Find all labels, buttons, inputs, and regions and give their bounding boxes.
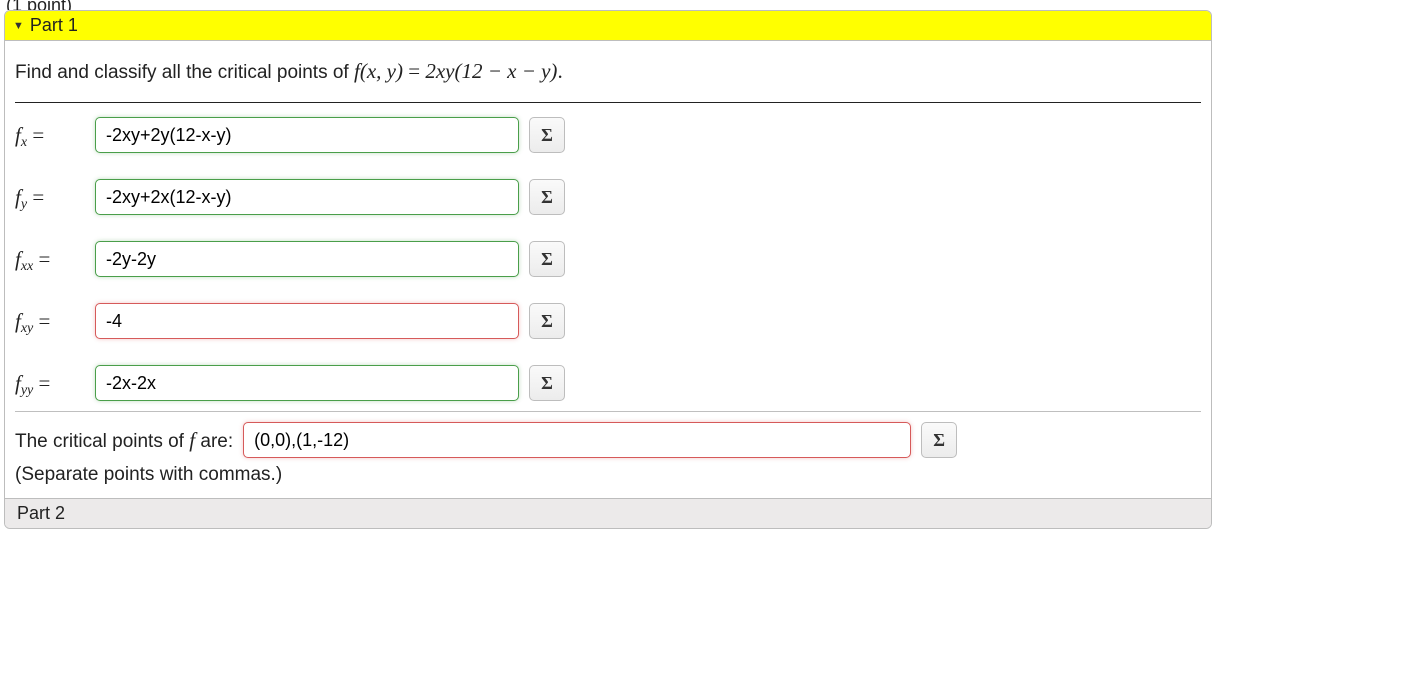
row-fx: fx = Σ bbox=[15, 117, 1201, 153]
label-fx-sub: x bbox=[21, 135, 27, 150]
label-fyy-eq: = bbox=[33, 371, 50, 395]
crit-label-pre: The critical points of bbox=[15, 431, 189, 452]
label-fxy-f: f bbox=[15, 309, 21, 333]
label-fyy: fyy = bbox=[15, 371, 85, 396]
label-fxy-sub: xy bbox=[21, 321, 33, 336]
part1-header[interactable]: ▼ Part 1 bbox=[5, 11, 1211, 41]
label-fxx-eq: = bbox=[33, 247, 50, 271]
equation-editor-button[interactable]: Σ bbox=[921, 422, 957, 458]
row-fxx: fxx = Σ bbox=[15, 241, 1201, 277]
label-fxy: fxy = bbox=[15, 309, 85, 334]
prompt-period: . bbox=[557, 59, 562, 83]
points-fragment: (1 point) bbox=[4, 0, 1412, 10]
input-fxy[interactable] bbox=[95, 303, 519, 339]
input-fyy[interactable] bbox=[95, 365, 519, 401]
problem-container: ▼ Part 1 Find and classify all the criti… bbox=[4, 10, 1212, 529]
label-critical-points: The critical points of f are: bbox=[15, 428, 233, 453]
label-fx-f: f bbox=[15, 123, 21, 147]
part1-body: Find and classify all the critical point… bbox=[5, 41, 1211, 498]
label-fx-eq: = bbox=[27, 123, 44, 147]
row-critical-points: The critical points of f are: Σ bbox=[15, 422, 1201, 458]
input-critical-points[interactable] bbox=[243, 422, 911, 458]
input-fy[interactable] bbox=[95, 179, 519, 215]
crit-label-post: are: bbox=[195, 431, 233, 452]
part2-header[interactable]: Part 2 bbox=[5, 498, 1211, 528]
equation-editor-button[interactable]: Σ bbox=[529, 117, 565, 153]
prompt-lead: Find and classify all the critical point… bbox=[15, 62, 354, 83]
label-fy-eq: = bbox=[27, 185, 44, 209]
part2-title: Part 2 bbox=[17, 503, 65, 524]
label-fyy-f: f bbox=[15, 371, 21, 395]
input-fxx[interactable] bbox=[95, 241, 519, 277]
prompt-func-rhs: 2xy(12 − x − y) bbox=[425, 59, 557, 83]
prompt-func-lhs: f(x, y) bbox=[354, 59, 403, 83]
label-fyy-sub: yy bbox=[21, 383, 33, 398]
equation-editor-button[interactable]: Σ bbox=[529, 365, 565, 401]
input-fx[interactable] bbox=[95, 117, 519, 153]
label-fxx: fxx = bbox=[15, 247, 85, 272]
row-fxy: fxy = Σ bbox=[15, 303, 1201, 339]
separator bbox=[15, 102, 1201, 103]
row-fy: fy = Σ bbox=[15, 179, 1201, 215]
label-fxx-sub: xx bbox=[21, 259, 33, 274]
label-fxx-f: f bbox=[15, 247, 21, 271]
row-fyy: fyy = Σ bbox=[15, 365, 1201, 401]
prompt-equals: = bbox=[403, 59, 425, 83]
label-fy-sub: y bbox=[21, 197, 27, 212]
separator-thin bbox=[15, 411, 1201, 412]
equation-editor-button[interactable]: Σ bbox=[529, 303, 565, 339]
label-fx: fx = bbox=[15, 123, 85, 148]
label-fy-f: f bbox=[15, 185, 21, 209]
hint-text: (Separate points with commas.) bbox=[15, 464, 1201, 486]
collapse-icon: ▼ bbox=[13, 20, 24, 32]
question-prompt: Find and classify all the critical point… bbox=[15, 59, 1201, 84]
label-fy: fy = bbox=[15, 185, 85, 210]
equation-editor-button[interactable]: Σ bbox=[529, 241, 565, 277]
part1-title: Part 1 bbox=[30, 15, 78, 36]
label-fxy-eq: = bbox=[33, 309, 50, 333]
equation-editor-button[interactable]: Σ bbox=[529, 179, 565, 215]
